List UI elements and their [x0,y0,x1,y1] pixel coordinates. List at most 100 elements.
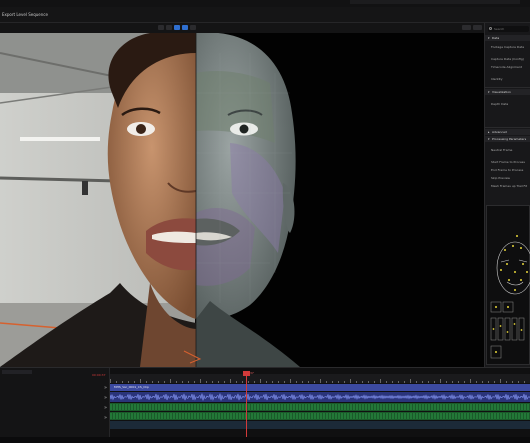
search-placeholder: Search [494,27,505,31]
expand-track-icon[interactable]: » [104,395,109,401]
editor-menu-bar: Export Level Sequence [0,7,530,23]
property-row[interactable]: Skip Preview [485,175,530,181]
ruler-tick [344,381,345,383]
ruler-tick [242,381,243,383]
property-row[interactable]: Capture Data (Config) [485,56,530,62]
chevron-down-icon: ▾ [488,36,490,40]
section-advanced-header[interactable]: ▸ Advanced [485,129,530,135]
section-processing-header[interactable]: ▾ Processing Parameters [485,136,530,142]
rig-face-outline [496,241,530,295]
ruler-tick [500,379,501,383]
viewport-layout-icon[interactable] [473,25,482,30]
viewport-options-icon[interactable] [462,25,471,30]
ruler-tick [434,381,435,383]
footage-track-clip[interactable]: MHS_Ver_0001_CS_Clip [110,384,530,391]
rig-control-diagram [490,235,530,359]
ruler-tick [416,381,417,383]
ruler-tick [254,381,255,383]
audio-track[interactable] [109,392,530,402]
ruler-tick [122,381,123,383]
view-b-button[interactable] [182,25,188,30]
property-row[interactable]: End Frame to Process [485,167,530,173]
ruler-tick [272,381,273,383]
timeline-footer [0,437,530,443]
ruler-tick [152,381,153,383]
ruler-tick [308,381,309,383]
ruler-tick [494,381,495,383]
keyframe-strip [110,404,529,410]
camera-button[interactable] [166,25,172,30]
empty-track[interactable] [110,421,530,429]
expand-track-icon[interactable]: » [104,405,109,411]
track-filter-input[interactable] [2,370,32,374]
ruler-tick [230,379,231,383]
property-row[interactable]: Start Frame to Process [485,159,530,165]
property-row[interactable]: Timecode Alignment [485,64,530,70]
ruler-tick [302,381,303,383]
ruler-tick [194,381,195,383]
ruler-tick [458,381,459,383]
ruler-tick [188,381,189,383]
ruler-tick [248,381,249,383]
track-list: 00:00:37 » » » » [0,368,110,443]
os-top-bar [0,0,530,7]
details-search-input[interactable]: Search [488,26,529,32]
ruler-tick [482,381,483,383]
ruler-tick [206,381,207,383]
playhead[interactable] [246,371,247,441]
ruler-tick [506,381,507,383]
property-row[interactable]: Mesh Frames up Trail Fit [485,183,530,189]
divider [485,127,530,128]
ruler-tick [398,381,399,383]
ruler-tick [386,381,387,383]
ruler-tick [140,379,141,383]
view-a-button[interactable] [174,25,180,30]
ruler-tick [488,381,489,383]
section-visualization-header[interactable]: ▾ Visualization [485,89,530,95]
expand-track-icon[interactable]: » [104,385,109,391]
keyframe-strip [110,413,529,419]
ruler-tick [110,379,111,383]
window-title: Export Level Sequence [2,12,48,17]
ruler-tick [218,381,219,383]
animation-track[interactable] [110,412,530,420]
viewport-toolbar [0,23,484,33]
ruler-tick [380,379,381,383]
ruler-tick [320,379,321,383]
ruler-tick [284,381,285,383]
ruler-tick [260,379,261,383]
timeline-ruler[interactable] [110,374,530,383]
rig-control-points[interactable] [500,235,528,291]
ruler-tick [332,381,333,383]
ruler-tick [200,379,201,383]
clip-name: MHS_Ver_0001_CS_Clip [114,385,149,389]
viewport-mode-button[interactable] [158,25,164,30]
property-row[interactable]: Footage Capture Data [485,44,530,50]
expand-track-icon[interactable]: » [104,415,109,421]
chevron-down-icon: ▾ [488,90,490,94]
ruler-tick [392,381,393,383]
ruler-tick [290,379,291,383]
face-rig-control-board[interactable] [486,205,530,365]
settings-button[interactable] [190,25,196,30]
ruler-tick [212,381,213,383]
rig-sliders[interactable] [490,301,525,359]
ruler-tick [368,381,369,383]
capture-viewport[interactable] [0,33,484,367]
property-row[interactable]: Neutral Frame [485,147,530,153]
ruler-tick [404,381,405,383]
property-row[interactable]: Identity [485,76,530,82]
animation-track[interactable] [110,403,530,411]
ruler-tick [476,381,477,383]
ruler-tick [446,381,447,383]
ruler-tick [422,381,423,383]
ceiling-light [20,137,100,141]
ruler-tick [470,379,471,383]
property-row[interactable]: Depth Data [485,101,530,107]
ruler-tick [314,381,315,383]
playhead-handle[interactable] [243,371,250,376]
ruler-tick [464,381,465,383]
sequencer-timeline: 00:00:37 » » » » MHS_Ver_0001_CS_Clip 37 [0,367,530,443]
ruler-tick [296,381,297,383]
section-data-header[interactable]: ▾ Data [485,35,530,41]
